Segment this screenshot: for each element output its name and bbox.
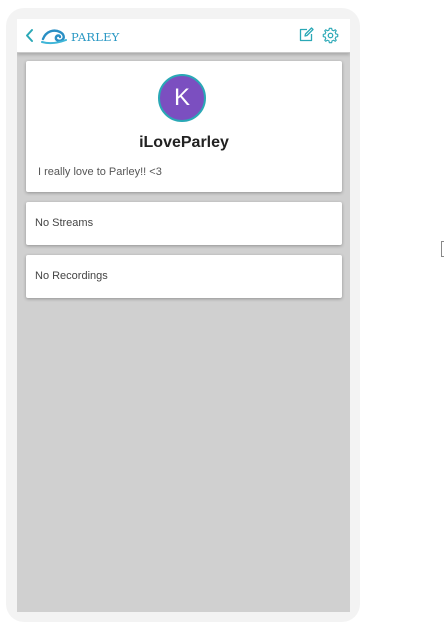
- avatar[interactable]: K: [158, 74, 206, 122]
- edit-icon: [299, 27, 314, 42]
- chevron-left-icon: [26, 29, 33, 42]
- app-screen: PARLEY K iLoveParley I really love to Pa…: [17, 19, 350, 612]
- streams-card: No Streams: [26, 202, 342, 245]
- settings-button[interactable]: [322, 27, 339, 44]
- app-logo: PARLEY: [41, 26, 119, 46]
- recordings-empty-text: No Recordings: [35, 270, 108, 282]
- back-button[interactable]: [22, 27, 38, 44]
- top-bar: PARLEY: [17, 19, 350, 53]
- profile-username: iLoveParley: [139, 134, 229, 151]
- gear-icon: [322, 27, 339, 44]
- wave-logo-icon: [41, 29, 67, 45]
- streams-empty-text: No Streams: [35, 217, 94, 229]
- profile-bio: I really love to Parley!! <3: [38, 166, 162, 178]
- profile-card: K iLoveParley I really love to Parley!! …: [26, 61, 342, 192]
- logo-text: PARLEY: [71, 29, 120, 44]
- recordings-card: No Recordings: [26, 255, 342, 298]
- edit-button[interactable]: [298, 27, 314, 43]
